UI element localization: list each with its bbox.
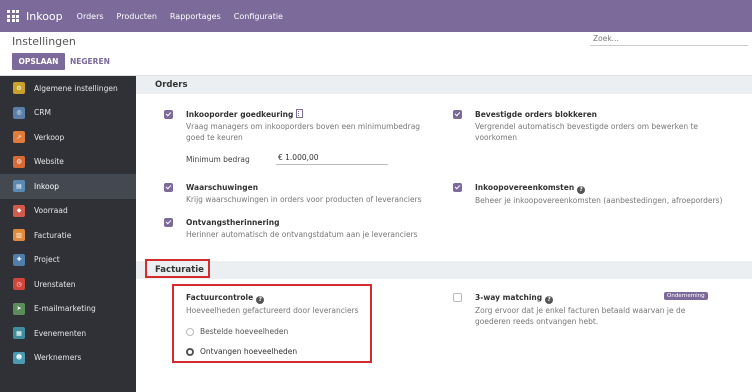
menu-orders[interactable]: Orders xyxy=(77,12,104,21)
menu-configuration[interactable]: Configuratie xyxy=(234,12,283,21)
setting-agreements: Inkoopovereenkomsten? Beheer je inkoopov… xyxy=(453,182,743,206)
warnings-desc: Krijg waarschuwingen in orders voor prod… xyxy=(186,195,422,204)
save-button[interactable]: OPSLAAN xyxy=(12,53,65,70)
sidebar-item-label: Facturatie xyxy=(34,230,72,240)
sidebar-item-label: Urenstaten xyxy=(34,279,76,289)
boxes-icon: ◆ xyxy=(13,204,25,217)
section-header-orders: Orders xyxy=(136,76,752,94)
sidebar-item-project[interactable]: ✚ Project xyxy=(0,248,136,273)
sidebar-item-werknemers[interactable]: ☻ Werknemers xyxy=(0,346,136,371)
sidebar-item-urenstaten[interactable]: ◷ Urenstaten xyxy=(0,272,136,297)
apps-grid-icon xyxy=(7,10,19,22)
po-approval-desc: Vraag managers om inkooporders boven een… xyxy=(186,122,421,142)
stopwatch-icon: ◷ xyxy=(13,278,25,291)
highlight-box-invoicing-header xyxy=(145,259,210,278)
sidebar-item-website[interactable]: ◍ Website xyxy=(0,150,136,175)
sidebar-item-inkoop[interactable]: ▤ Inkoop xyxy=(0,174,136,199)
apps-menu-button[interactable] xyxy=(0,0,26,32)
invoice-icon: ▥ xyxy=(13,229,25,242)
app-brand[interactable]: Inkoop xyxy=(26,10,63,23)
sidebar-item-facturatie[interactable]: ▥ Facturatie xyxy=(0,223,136,248)
warnings-title: Waarschuwingen xyxy=(186,183,259,192)
sales-chart-icon: ↗ xyxy=(13,131,25,144)
min-amount-row: Minimum bedrag € 1.000,00 xyxy=(186,153,388,165)
sidebar-item-label: Werknemers xyxy=(34,353,82,363)
lock-orders-checkbox[interactable] xyxy=(453,110,462,119)
sidebar-item-crm[interactable]: ◎ CRM xyxy=(0,101,136,126)
sidebar-item-label: Algemene instellingen xyxy=(34,83,118,93)
sidebar-item-label: Website xyxy=(34,157,64,167)
lock-orders-desc: Vergrendel automatisch bevestigde orders… xyxy=(475,122,699,142)
puzzle-icon: ✚ xyxy=(13,253,25,266)
receipt-reminder-checkbox[interactable] xyxy=(164,218,173,227)
three-way-matching-title: 3-way matching xyxy=(475,293,543,302)
help-icon[interactable]: ? xyxy=(545,296,554,304)
page-title: Instellingen xyxy=(12,35,76,48)
min-amount-input[interactable]: € 1.000,00 xyxy=(276,153,388,165)
discard-button[interactable]: NEGEREN xyxy=(70,53,110,70)
settings-sidebar: ⚙ Algemene instellingen ◎ CRM ↗ Verkoop ◍ Websi… xyxy=(0,76,136,392)
sidebar-item-voorraad[interactable]: ◆ Voorraad xyxy=(0,199,136,224)
gear-icon: ⚙ xyxy=(13,82,25,95)
menu-products[interactable]: Producten xyxy=(117,12,157,21)
sidebar-item-e-mailmarketing[interactable]: ➤ E-mailmarketing xyxy=(0,297,136,322)
globe-icon: ◍ xyxy=(13,155,25,168)
setting-receipt-reminder: Ontvangstherinnering Herinner automatisc… xyxy=(164,217,434,240)
min-amount-label: Minimum bedrag xyxy=(186,155,250,164)
enterprise-badge: Onderneming xyxy=(664,292,708,300)
search-input[interactable]: Zoek... xyxy=(590,32,748,46)
sidebar-item-label: CRM xyxy=(34,108,51,118)
agreements-desc: Beheer je inkoopovereenkomsten (aanbeste… xyxy=(475,196,723,205)
sidebar-item-algemene-instellingen[interactable]: ⚙ Algemene instellingen xyxy=(0,76,136,101)
sidebar-item-label: E-mailmarketing xyxy=(34,304,96,314)
agreements-title: Inkoopovereenkomsten xyxy=(475,183,575,192)
highlight-box-bill-control xyxy=(172,284,372,363)
warnings-checkbox[interactable] xyxy=(164,183,173,192)
purchase-icon: ▤ xyxy=(13,180,25,193)
sidebar-item-evenementen[interactable]: ▦ Evenementen xyxy=(0,321,136,346)
sidebar-item-label: Voorraad xyxy=(34,206,68,216)
po-approval-checkbox[interactable] xyxy=(164,110,173,119)
top-navbar: Inkoop Orders Producten Rapportages Conf… xyxy=(0,0,752,32)
company-building-icon xyxy=(296,109,304,118)
people-icon: ☻ xyxy=(13,351,25,364)
sidebar-item-label: Evenementen xyxy=(34,328,87,338)
receipt-reminder-desc: Herinner automatisch de ontvangstdatum a… xyxy=(186,230,418,239)
setting-po-approval: Inkooporder goedkeuring Vraag managers o… xyxy=(164,109,434,143)
section-header-invoicing: Facturatie xyxy=(136,261,752,279)
three-way-matching-checkbox[interactable] xyxy=(453,293,462,302)
setting-warnings: Waarschuwingen Krijg waarschuwingen in o… xyxy=(164,182,434,205)
paper-plane-icon: ➤ xyxy=(13,302,25,315)
sidebar-item-label: Inkoop xyxy=(34,181,59,191)
po-approval-title: Inkooporder goedkeuring xyxy=(186,110,294,119)
sidebar-item-label: Project xyxy=(34,255,60,265)
receipt-reminder-title: Ontvangstherinnering xyxy=(186,218,280,227)
lock-orders-title: Bevestigde orders blokkeren xyxy=(475,110,597,119)
three-way-matching-desc: Zorg ervoor dat je enkel facturen betaal… xyxy=(475,306,686,326)
control-panel: Instellingen Zoek... OPSLAAN NEGEREN xyxy=(0,32,752,76)
menu-reporting[interactable]: Rapportages xyxy=(170,12,221,21)
sidebar-item-verkoop[interactable]: ↗ Verkoop xyxy=(0,125,136,150)
help-icon[interactable]: ? xyxy=(577,186,586,194)
setting-lock-orders: Bevestigde orders blokkeren Vergrendel a… xyxy=(453,109,723,143)
crm-icon: ◎ xyxy=(13,106,25,119)
sidebar-item-label: Verkoop xyxy=(34,132,65,142)
calendar-icon: ▦ xyxy=(13,327,25,340)
agreements-checkbox[interactable] xyxy=(453,183,462,192)
